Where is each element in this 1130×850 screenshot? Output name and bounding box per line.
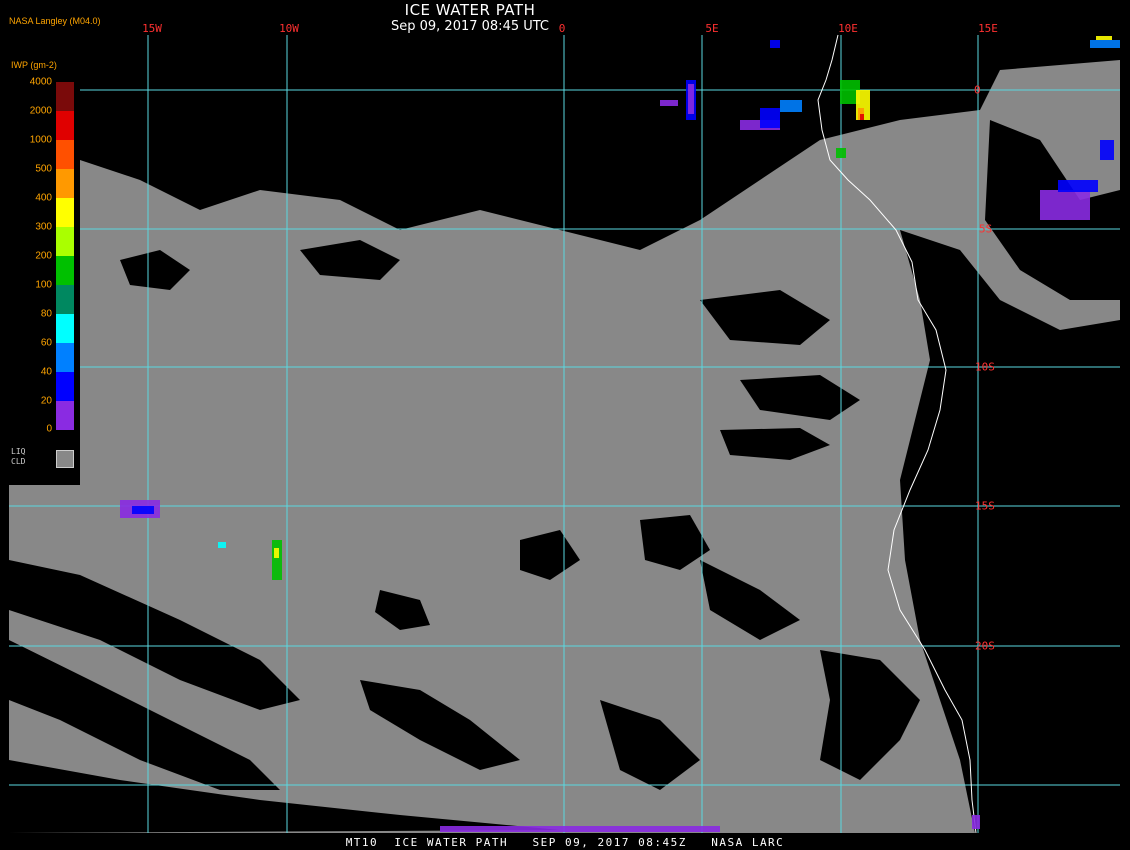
map-datetime: Sep 09, 2017 08:45 UTC — [390, 19, 550, 34]
lon-label-15w: 15W — [142, 22, 162, 35]
cloud-map — [9, 34, 1120, 834]
legend-swatch — [56, 372, 74, 401]
satellite-map: ICE WATER PATH Sep 09, 2017 08:45 UTC NA… — [0, 0, 1130, 850]
lat-label-15s: 15S — [975, 499, 995, 513]
legend-tick: 400 — [35, 192, 52, 204]
lat-label-20s: 20S — [975, 639, 995, 653]
lat-label-0: 0 — [974, 83, 981, 97]
ice-cloud-cell — [1100, 140, 1114, 160]
lat-label-5s: 5S — [979, 222, 993, 236]
ice-cloud-cell — [972, 815, 980, 829]
ice-cloud-cell — [1096, 36, 1112, 40]
liquid-cloud-label: LIQ CLD — [11, 447, 26, 466]
ice-cloud-cell — [780, 100, 802, 112]
legend-tick: 100 — [35, 279, 52, 291]
legend-swatch — [56, 227, 74, 256]
ice-cloud-cell — [218, 542, 226, 548]
lon-label-10w: 10W — [279, 22, 299, 35]
ice-cloud-cell — [274, 548, 279, 558]
legend-title: IWP (gm-2) — [11, 60, 57, 70]
legend-swatch — [56, 314, 74, 343]
legend-swatch — [56, 256, 74, 285]
legend-swatch — [56, 82, 74, 111]
color-legend: IWP (gm-2) 4000 2000 1000 500 400 300 20… — [9, 60, 80, 485]
legend-tick: 300 — [35, 221, 52, 233]
legend-tick: 20 — [40, 395, 52, 407]
ice-cloud-cell — [688, 84, 694, 114]
legend-swatch — [56, 343, 74, 372]
ice-cloud-cell — [132, 506, 154, 514]
legend-tick: 2000 — [29, 105, 52, 117]
lon-label-0: 0 — [558, 22, 566, 35]
legend-swatch — [56, 169, 74, 198]
legend-swatch — [56, 401, 74, 430]
liquid-cloud-swatch — [56, 450, 74, 468]
lon-label-15e: 15E — [978, 22, 998, 35]
legend-tick: 60 — [40, 337, 52, 349]
ice-cloud-cell — [760, 108, 780, 128]
legend-swatch — [56, 198, 74, 227]
legend-swatch — [56, 285, 74, 314]
credit-label: NASA Langley (M04.0) — [9, 16, 101, 26]
legend-swatch — [56, 111, 74, 140]
legend-tick: 0 — [46, 423, 52, 435]
ice-cloud-cell — [1040, 190, 1090, 220]
legend-tick: 1000 — [29, 134, 52, 146]
legend-tick: 80 — [40, 308, 52, 320]
ice-cloud-cell — [770, 40, 780, 48]
ice-cloud-cell — [272, 540, 282, 580]
ice-cloud-cell — [860, 114, 864, 120]
map-title: ICE WATER PATH — [404, 1, 536, 19]
footer-caption: MT10 ICE WATER PATH SEP 09, 2017 08:45Z … — [345, 836, 785, 849]
lat-label-10s: 10S — [975, 360, 995, 374]
legend-tick: 500 — [35, 163, 52, 175]
legend-tick: 40 — [40, 366, 52, 378]
ice-cloud-cell — [440, 826, 720, 832]
ice-cloud-cell — [836, 148, 846, 158]
legend-tick: 200 — [35, 250, 52, 262]
legend-swatch — [56, 140, 74, 169]
ice-cloud-cell — [1090, 40, 1120, 48]
ice-cloud-cell — [660, 100, 678, 106]
lon-label-5e: 5E — [705, 22, 719, 35]
legend-tick: 4000 — [29, 76, 52, 88]
ice-cloud-cell — [1058, 180, 1098, 192]
lon-label-10e: 10E — [838, 22, 858, 35]
